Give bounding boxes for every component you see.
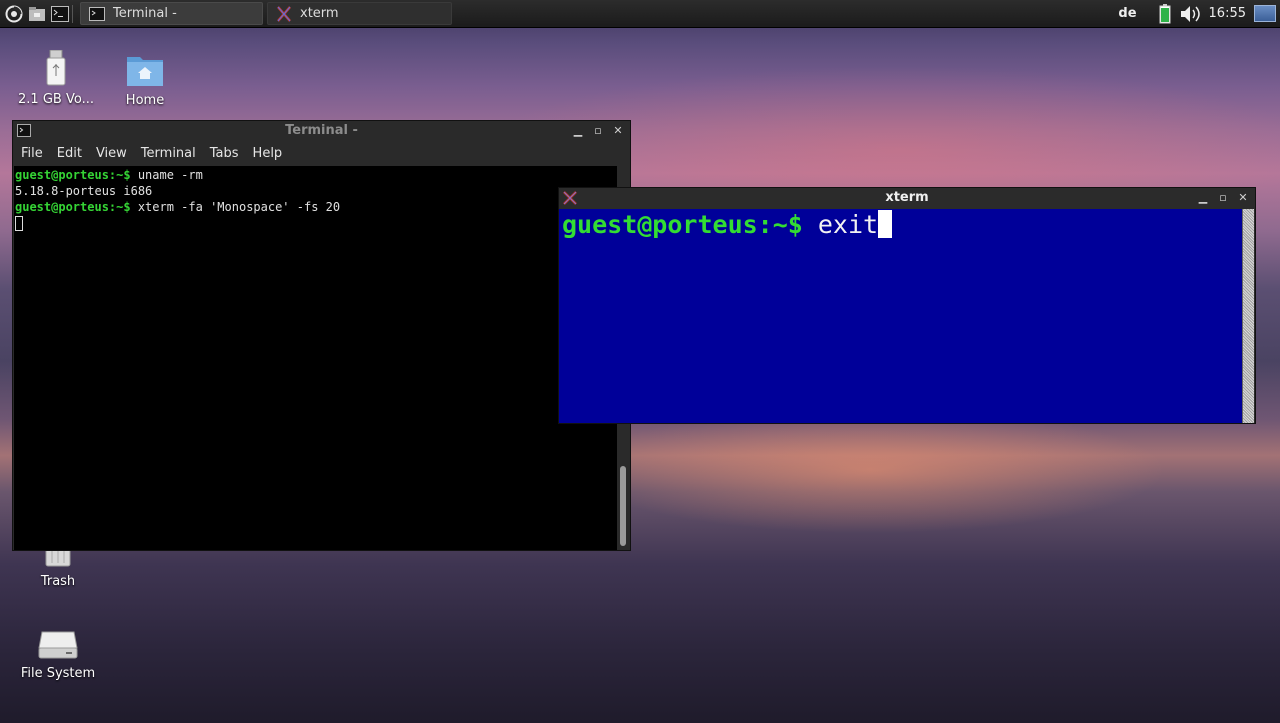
menu-view[interactable]: View	[96, 146, 135, 161]
menu-help[interactable]: Help	[253, 146, 291, 161]
shell-prompt: guest@porteus:~$	[15, 200, 131, 214]
close-button[interactable]: ✕	[610, 121, 626, 141]
menu-terminal[interactable]: Terminal	[141, 146, 204, 161]
menu-edit[interactable]: Edit	[57, 146, 90, 161]
terminal-launcher-icon[interactable]	[51, 5, 69, 23]
menu-tabs[interactable]: Tabs	[210, 146, 247, 161]
taskbar-task-label: xterm	[300, 6, 339, 21]
taskbar-separator	[72, 4, 73, 23]
console-line: guest@porteus:~$ uname -rm	[15, 167, 616, 183]
terminal-titlebar[interactable]: Terminal - ▁ ▫ ✕	[13, 121, 630, 141]
xterm-icon	[277, 5, 291, 22]
window-title: xterm	[885, 190, 929, 205]
terminal-console[interactable]: guest@porteus:~$ uname -rm 5.18.8-porteus…	[14, 166, 617, 550]
taskbar-task-label: Terminal -	[113, 6, 177, 21]
usb-drive-icon	[46, 50, 66, 86]
show-desktop-button[interactable]	[1254, 5, 1276, 22]
scrollbar-thumb[interactable]	[620, 466, 626, 546]
desktop-icon-file-system[interactable]: File System	[10, 628, 106, 681]
xterm-titlebar[interactable]: xterm ▁ ▫ ✕	[559, 188, 1255, 208]
desktop-icon-label: Home	[125, 93, 165, 108]
command-text: uname -rm	[130, 168, 203, 182]
desktop-icon-label: Trash	[40, 574, 76, 589]
battery-icon[interactable]	[1159, 3, 1171, 24]
xterm-scrollbar[interactable]	[1242, 209, 1254, 423]
desktop-icon-label: File System	[20, 666, 96, 681]
maximize-button[interactable]: ▫	[590, 121, 606, 141]
trash-icon	[45, 548, 71, 567]
text-cursor	[878, 210, 893, 238]
terminal-icon	[89, 6, 105, 21]
desktop-icon-trash[interactable]: Trash	[10, 548, 106, 589]
xterm-icon	[563, 191, 577, 205]
xterm-screen[interactable]: guest@porteus:~$ exit	[559, 209, 1243, 423]
taskbar-task-terminal[interactable]: Terminal -	[80, 2, 263, 25]
text-cursor	[15, 216, 23, 231]
home-folder-icon	[127, 57, 163, 86]
system-tray: de 16:55	[1118, 3, 1280, 24]
keyboard-layout-indicator[interactable]: de	[1118, 6, 1136, 21]
taskbar: Terminal - xterm de 16:55	[0, 0, 1280, 28]
porteus-menu-icon[interactable]	[5, 5, 23, 23]
close-button[interactable]: ✕	[1235, 188, 1251, 208]
terminal-menubar: File Edit View Terminal Tabs Help	[13, 141, 630, 165]
volume-icon[interactable]	[1179, 4, 1201, 24]
console-line	[15, 215, 616, 231]
menu-file[interactable]: File	[21, 146, 51, 161]
command-text: exit	[802, 210, 879, 239]
shell-prompt: guest@porteus:~$	[15, 168, 131, 182]
xterm-window[interactable]: xterm ▁ ▫ ✕ guest@porteus:~$ exit	[558, 187, 1256, 424]
terminal-icon	[17, 124, 31, 137]
console-line: 5.18.8-porteus i686	[15, 183, 616, 199]
shell-prompt: guest@porteus:~$	[562, 210, 803, 239]
desktop-icon-usb-volume[interactable]: 2.1 GB Vo...	[8, 50, 104, 107]
hard-drive-icon	[38, 631, 78, 659]
desktop-icon-home[interactable]: Home	[97, 53, 193, 108]
maximize-button[interactable]: ▫	[1215, 188, 1231, 208]
clock[interactable]: 16:55	[1209, 6, 1246, 21]
command-text: xterm -fa 'Monospace' -fs 20	[130, 200, 341, 214]
taskbar-task-xterm[interactable]: xterm	[267, 2, 452, 25]
minimize-button[interactable]: ▁	[1195, 188, 1211, 208]
window-title: Terminal -	[285, 123, 358, 138]
file-manager-icon[interactable]	[28, 5, 46, 23]
desktop-icon-label: 2.1 GB Vo...	[18, 92, 94, 107]
terminal-window[interactable]: Terminal - ▁ ▫ ✕ File Edit View Terminal…	[12, 120, 631, 551]
console-line: guest@porteus:~$ xterm -fa 'Monospace' -…	[15, 199, 616, 215]
minimize-button[interactable]: ▁	[570, 121, 586, 141]
output-text: 5.18.8-porteus i686	[15, 184, 153, 198]
